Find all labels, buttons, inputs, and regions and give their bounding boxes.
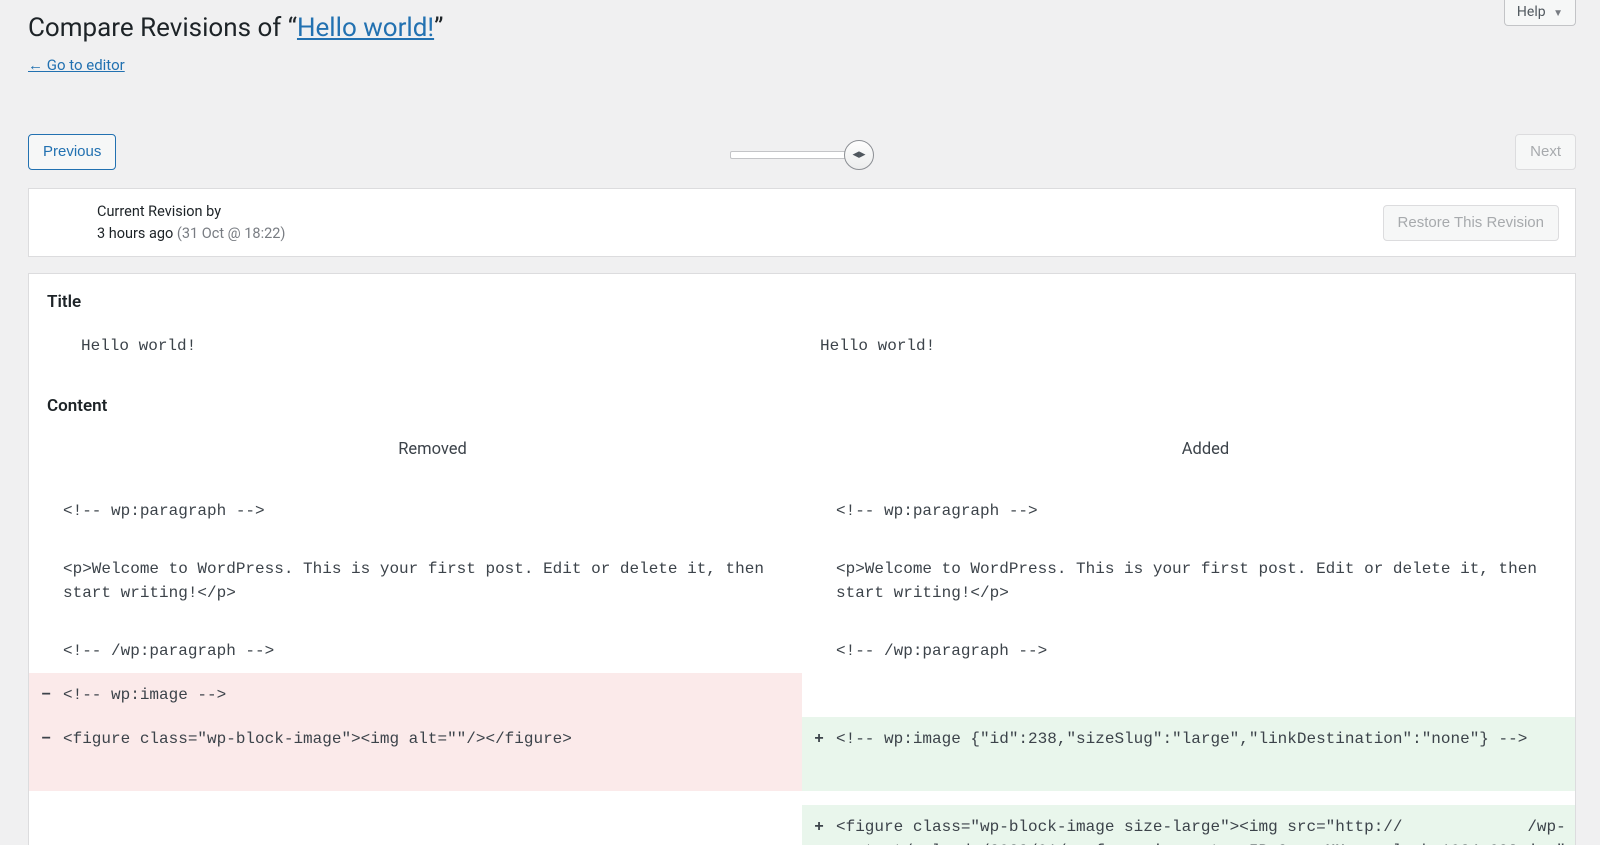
diff-removed-line: <figure class="wp-block-image"><img alt=… — [63, 727, 802, 751]
next-button: Next — [1515, 134, 1576, 170]
caret-down-icon: ▼ — [1553, 8, 1563, 19]
go-to-editor-link[interactable]: ← Go to editor — [28, 56, 125, 74]
diff-context-left: <!-- wp:paragraph --> — [63, 499, 802, 523]
slider-handle[interactable]: ◂▸ — [844, 140, 874, 170]
diff-context-left: <p>Welcome to WordPress. This is your fi… — [63, 557, 802, 605]
restore-revision-button: Restore This Revision — [1383, 205, 1559, 241]
post-title-link[interactable]: Hello world! — [297, 13, 434, 43]
diff-context-left: <!-- /wp:paragraph --> — [63, 639, 802, 663]
title-left: Hello world! — [81, 334, 802, 358]
diff-context-right: <!-- wp:paragraph --> — [836, 499, 1575, 523]
title-diff-table: Hello world! Hello world! — [29, 334, 1575, 366]
removed-column-header: Removed — [63, 438, 802, 489]
drag-handle-icon: ◂▸ — [852, 147, 865, 162]
revision-meta-bar: Current Revision by 3 hours ago (31 Oct … — [28, 188, 1576, 258]
title-right: Hello world! — [820, 334, 1575, 358]
diff-minus-mark: − — [29, 673, 63, 717]
previous-button[interactable]: Previous — [28, 134, 116, 170]
diff-plus-mark: + — [802, 717, 836, 791]
diff-context-right: <p>Welcome to WordPress. This is your fi… — [836, 557, 1575, 605]
diff-added-line: <!-- wp:image {"id":238,"sizeSlug":"larg… — [836, 727, 1575, 751]
added-column-header: Added — [836, 438, 1575, 489]
diff-removed-line: <!-- wp:image --> — [63, 683, 802, 707]
slider-track[interactable] — [730, 151, 848, 159]
help-dropdown[interactable]: Help ▼ — [1504, 0, 1576, 26]
content-diff-table: Removed Added <!-- wp:paragraph --> <!--… — [29, 438, 1575, 845]
diff-minus-mark: − — [29, 717, 63, 791]
section-heading-title: Title — [29, 292, 1575, 312]
revision-ago: 3 hours ago — [97, 225, 173, 242]
diff-plus-mark: + — [802, 805, 836, 845]
page-title-suffix: ” — [434, 13, 443, 43]
revision-timestamp: (31 Oct @ 18:22) — [177, 225, 286, 242]
help-label: Help — [1517, 4, 1546, 20]
diff-context-right: <!-- /wp:paragraph --> — [836, 639, 1575, 663]
section-heading-content: Content — [29, 396, 1575, 416]
page-title-prefix: Compare Revisions of “ — [28, 13, 297, 43]
revision-author-line: Current Revision by — [97, 201, 285, 223]
page-title: Compare Revisions of “Hello world!” — [28, 0, 1576, 46]
diff-added-line: <figure class="wp-block-image size-large… — [836, 815, 1575, 845]
diff-container: Title Hello world! Hello world! Content … — [28, 273, 1576, 845]
revision-slider[interactable]: ◂▸ — [730, 140, 874, 170]
